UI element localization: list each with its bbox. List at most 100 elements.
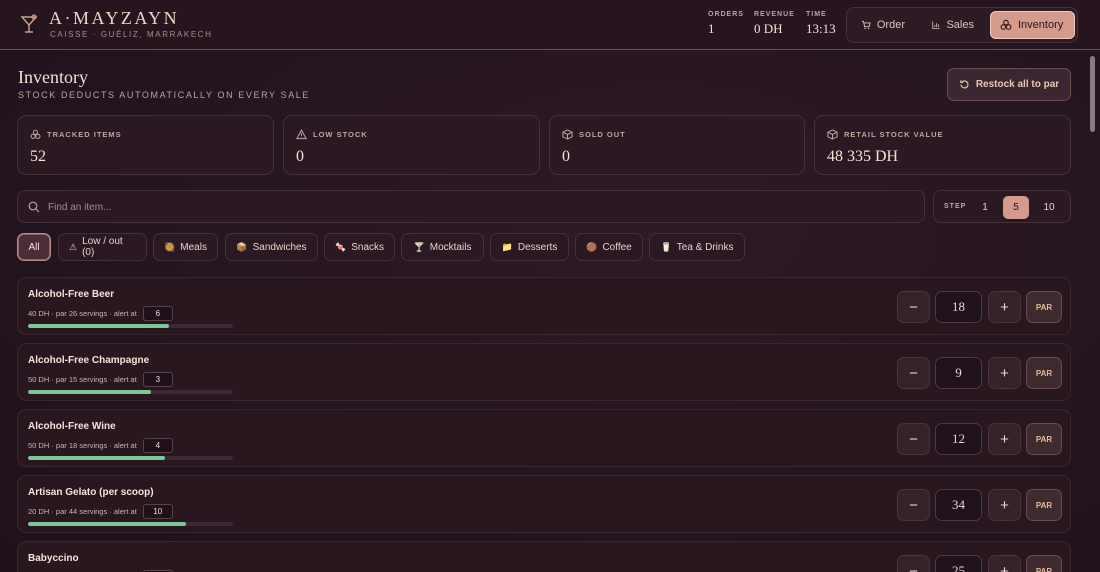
- item-meta-text: 40 DH · par 26 servings · alert at: [28, 309, 137, 318]
- nav-inventory-label: Inventory: [1018, 19, 1064, 31]
- increase-button[interactable]: +: [988, 357, 1021, 389]
- nav-order-button[interactable]: Order: [851, 11, 915, 39]
- warning-icon: ⚠: [69, 241, 78, 252]
- item-name: Babyccino: [28, 553, 79, 564]
- decrease-button[interactable]: −: [897, 489, 930, 521]
- filter-snacks[interactable]: 🍬 Snacks: [324, 233, 395, 261]
- cup-icon: 🥛: [660, 241, 672, 252]
- stock-level-fill: [28, 456, 166, 460]
- stat-card-sold-out: SOLD OUT 0: [549, 115, 805, 175]
- inventory-row: Artisan Gelato (per scoop) 20 DH · par 4…: [17, 475, 1071, 533]
- stat-value: 0: [296, 148, 304, 165]
- filter-desserts[interactable]: 📁 Desserts: [490, 233, 569, 261]
- page-title: Inventory: [18, 67, 88, 87]
- increase-button[interactable]: +: [988, 489, 1021, 521]
- chart-icon: [932, 21, 940, 29]
- filter-tea-drinks[interactable]: 🥛 Tea & Drinks: [649, 233, 745, 261]
- restock-par-button[interactable]: PAR: [1026, 291, 1062, 323]
- nav-sales-button[interactable]: Sales: [922, 11, 984, 39]
- alert-threshold-input[interactable]: 3: [142, 372, 173, 387]
- step-selector: STEP 1 5 10: [933, 190, 1071, 223]
- item-meta: 40 DH · par 26 servings · alert at 6: [28, 306, 173, 321]
- header-stat-revenue: REVENUE 0 DH: [754, 11, 795, 36]
- decrease-button[interactable]: −: [897, 423, 930, 455]
- stat-card-tracked-items: TRACKED ITEMS 52: [17, 115, 274, 175]
- alert-threshold-input[interactable]: 4: [142, 438, 173, 453]
- nav-sales-label: Sales: [946, 19, 974, 31]
- filter-mocktails[interactable]: 🍸 Mocktails: [401, 233, 484, 261]
- restock-par-button[interactable]: PAR: [1026, 357, 1062, 389]
- item-meta: 50 DH · par 18 servings · alert at 4: [28, 438, 173, 453]
- box-icon: [562, 129, 573, 140]
- quantity-field[interactable]: 12: [935, 423, 982, 455]
- cocktail-icon: 🍸: [413, 241, 425, 252]
- boxes-icon: [30, 129, 41, 139]
- main-nav: Order Sales Inventory: [846, 7, 1078, 43]
- item-name: Alcohol-Free Beer: [28, 289, 115, 300]
- stock-level-bar: [28, 456, 233, 460]
- step-option-1[interactable]: 1: [972, 196, 998, 219]
- page-subtitle: STOCK DEDUCTS AUTOMATICALLY ON EVERY SAL…: [18, 90, 311, 100]
- step-label: STEP: [944, 203, 967, 210]
- filter-all[interactable]: All: [17, 233, 51, 261]
- brand-subtitle: CAISSE · GUÉLIZ, MARRAKECH: [50, 30, 213, 39]
- stock-level-bar: [28, 324, 233, 328]
- inventory-row: Babyccino 15 DH · par 32 servings · aler…: [17, 541, 1071, 572]
- brand-name: A·MAYZAYN: [49, 8, 180, 28]
- filter-sandwiches[interactable]: 📦 Sandwiches: [225, 233, 318, 261]
- increase-button[interactable]: +: [988, 291, 1021, 323]
- stat-value: 52: [30, 148, 46, 165]
- nav-inventory-button[interactable]: Inventory: [990, 11, 1075, 39]
- step-option-5[interactable]: 5: [1003, 196, 1029, 219]
- warning-icon: [296, 129, 307, 140]
- increase-button[interactable]: +: [988, 555, 1021, 572]
- decrease-button[interactable]: −: [897, 357, 930, 389]
- stat-card-low-stock: LOW STOCK 0: [283, 115, 540, 175]
- cocktail-glass-icon: [20, 14, 38, 33]
- item-name: Alcohol-Free Champagne: [28, 355, 150, 366]
- item-meta: 50 DH · par 15 servings · alert at 3: [28, 372, 173, 387]
- stat-value: 48 335 DH: [827, 148, 899, 165]
- restock-par-button[interactable]: PAR: [1026, 555, 1062, 572]
- quantity-field[interactable]: 9: [935, 357, 982, 389]
- cube-icon: [827, 129, 838, 140]
- inventory-row: Alcohol-Free Wine 50 DH · par 18 serving…: [17, 409, 1071, 467]
- package-icon: 📦: [236, 241, 248, 252]
- candy-icon: 🍬: [335, 241, 347, 252]
- decrease-button[interactable]: −: [897, 555, 930, 572]
- cart-icon: [861, 20, 871, 30]
- refresh-icon: [960, 80, 969, 89]
- inventory-row: Alcohol-Free Champagne 50 DH · par 15 se…: [17, 343, 1071, 401]
- increase-button[interactable]: +: [988, 423, 1021, 455]
- restock-par-button[interactable]: PAR: [1026, 489, 1062, 521]
- coffee-bean-icon: 🟤: [586, 241, 598, 252]
- header-stat-time: TIME 13:13: [806, 11, 836, 36]
- decrease-button[interactable]: −: [897, 291, 930, 323]
- stock-level-fill: [28, 390, 151, 394]
- filter-low-out[interactable]: ⚠ Low / out (0): [58, 233, 147, 261]
- item-meta-text: 50 DH · par 18 servings · alert at: [28, 441, 137, 450]
- quantity-field[interactable]: 25: [935, 555, 982, 572]
- item-meta-text: 50 DH · par 15 servings · alert at: [28, 375, 137, 384]
- alert-threshold-input[interactable]: 10: [142, 504, 173, 519]
- restock-all-button[interactable]: Restock all to par: [947, 68, 1071, 101]
- filter-meals[interactable]: 🥘 Meals: [153, 233, 218, 261]
- restock-par-button[interactable]: PAR: [1026, 423, 1062, 455]
- filter-coffee[interactable]: 🟤 Coffee: [575, 233, 643, 261]
- stat-card-retail-value: RETAIL STOCK VALUE 48 335 DH: [814, 115, 1071, 175]
- header-stat-orders: ORDERS 1: [708, 11, 744, 36]
- step-option-10[interactable]: 10: [1036, 196, 1062, 219]
- boxes-icon: [1000, 19, 1012, 30]
- quantity-field[interactable]: 34: [935, 489, 982, 521]
- item-name: Alcohol-Free Wine: [28, 421, 116, 432]
- scrollbar-thumb[interactable]: [1090, 56, 1095, 132]
- alert-threshold-input[interactable]: 6: [142, 306, 173, 321]
- stock-level-fill: [28, 324, 170, 328]
- quantity-field[interactable]: 18: [935, 291, 982, 323]
- search-box: [17, 190, 925, 223]
- search-input[interactable]: [48, 198, 908, 216]
- item-meta-text: 20 DH · par 44 servings · alert at: [28, 507, 137, 516]
- folder-icon: 📁: [501, 241, 513, 252]
- top-bar: A·MAYZAYN CAISSE · GUÉLIZ, MARRAKECH ORD…: [0, 0, 1100, 50]
- item-meta: 20 DH · par 44 servings · alert at 10: [28, 504, 173, 519]
